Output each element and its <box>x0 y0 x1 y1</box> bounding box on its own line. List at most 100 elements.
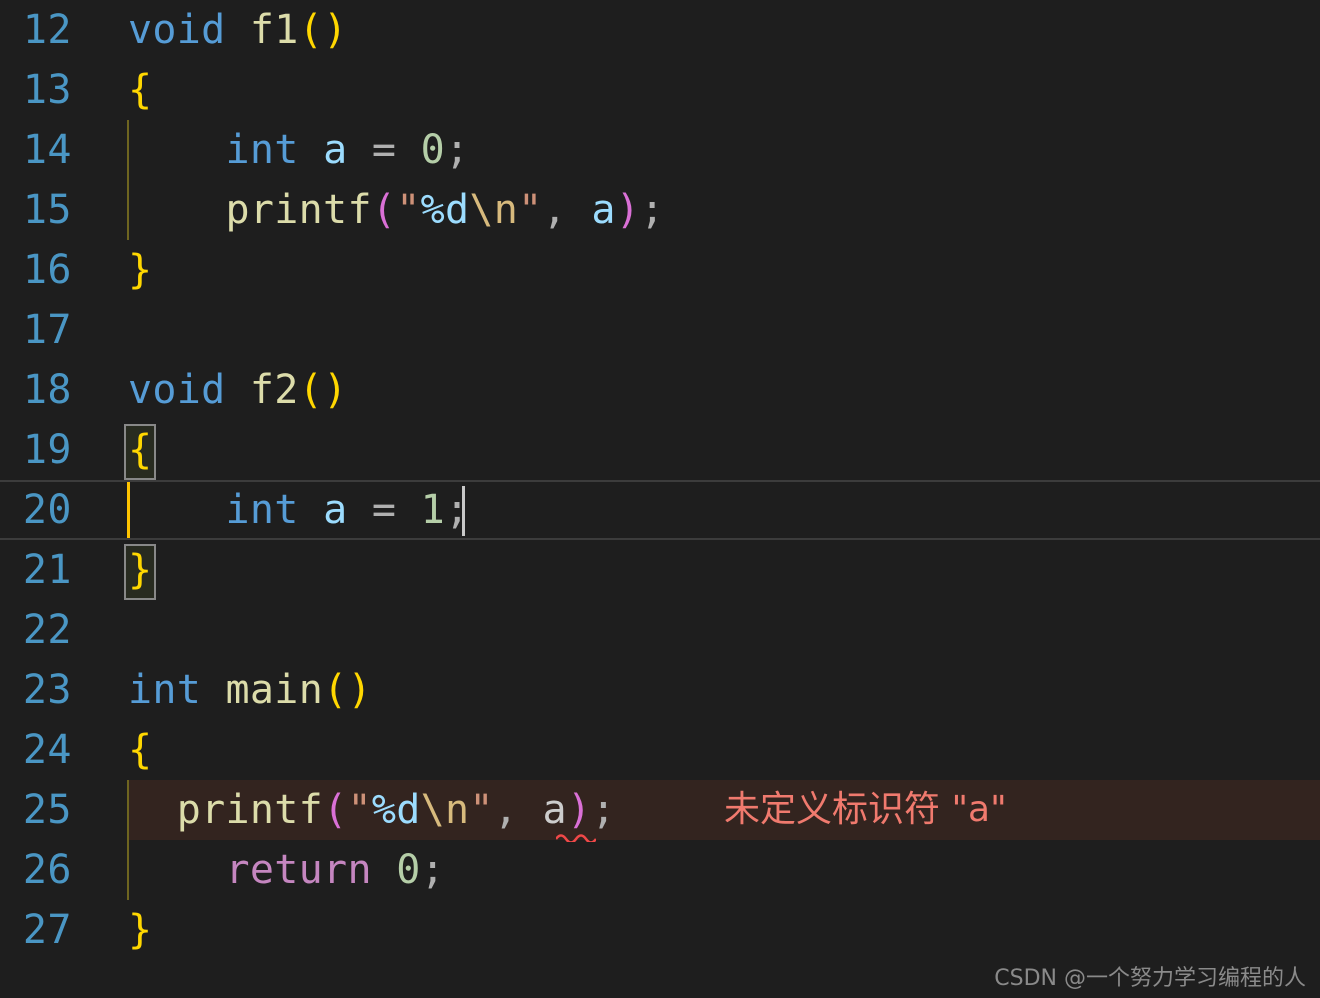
token-keyword-int: int <box>225 127 299 173</box>
error-squiggle-underline <box>556 834 596 842</box>
editor-line[interactable]: 17 <box>0 300 1320 360</box>
line-number: 19 <box>22 427 72 473</box>
editor-line[interactable]: 12 void f1() <box>0 0 1320 60</box>
line-content: void f1() <box>128 0 347 60</box>
token-paren-open: ( <box>371 187 397 233</box>
token-brace-open: { <box>128 427 153 473</box>
token-variable-a-unresolved: a <box>542 787 567 833</box>
editor-line[interactable]: 22 <box>0 600 1320 660</box>
token-operator-equals: = <box>371 127 397 173</box>
token-paren-open: ( <box>323 667 348 713</box>
editor-line[interactable]: 14 int a = 0; <box>0 120 1320 180</box>
token-brace-close: } <box>128 247 153 293</box>
inline-error-message: 未定义标识符 "a" <box>724 789 1007 830</box>
token-semicolon: ; <box>640 187 665 233</box>
line-content: printf("%d\n", a); <box>128 180 665 240</box>
token-paren-close: ) <box>615 187 641 233</box>
editor-line[interactable]: 24 { <box>0 720 1320 780</box>
token-operator-equals: = <box>371 487 397 533</box>
line-content: } <box>128 240 152 300</box>
editor-line[interactable]: 23 int main() <box>0 660 1320 720</box>
editor-line[interactable]: 13 { <box>0 60 1320 120</box>
editor-line[interactable]: 27 } <box>0 900 1320 960</box>
token-comma: , <box>493 787 519 833</box>
editor-line[interactable]: 18 void f2() <box>0 360 1320 420</box>
token-paren-open: ( <box>298 367 324 413</box>
line-content: printf("%d\n", a); <box>128 780 616 840</box>
editor-line[interactable]: 21 } <box>0 540 1320 600</box>
editor-line[interactable]: 26 return 0; <box>0 840 1320 900</box>
token-paren-open: ( <box>323 787 348 833</box>
token-format-specifier: %d <box>371 787 421 833</box>
editor-line[interactable]: 15 printf("%d\n", a); <box>0 180 1320 240</box>
token-quote-open: " <box>347 787 372 833</box>
line-content: } <box>128 540 152 600</box>
line-content: void f2() <box>128 360 347 420</box>
token-function-f2: f2 <box>249 367 299 413</box>
editor-line-error[interactable]: 25 printf("%d\n", a); <box>0 780 1320 840</box>
token-paren-close: ) <box>347 667 372 713</box>
token-function-printf: printf <box>225 187 372 233</box>
token-comma: , <box>542 187 567 233</box>
line-number: 15 <box>22 187 72 233</box>
token-quote-close: " <box>469 787 494 833</box>
line-number: 24 <box>22 727 72 773</box>
line-content: } <box>128 900 152 960</box>
editor-line[interactable]: 16 } <box>0 240 1320 300</box>
token-paren-close: ) <box>323 367 348 413</box>
token-brace-open: { <box>128 727 153 773</box>
token-function-printf: printf <box>176 787 324 833</box>
line-number: 26 <box>22 847 72 893</box>
token-paren-close: ) <box>566 787 592 833</box>
editor-line[interactable]: 19 { <box>0 420 1320 480</box>
token-brace-close: } <box>128 907 153 953</box>
editor-line-current[interactable]: 20 int a = 1; <box>0 480 1320 540</box>
token-variable-a: a <box>323 127 348 173</box>
line-number: 17 <box>22 307 72 353</box>
token-function-main: main <box>225 667 324 713</box>
line-number: 12 <box>22 7 72 53</box>
token-quote-open: " <box>396 187 421 233</box>
token-number-0: 0 <box>420 127 446 173</box>
line-number: 22 <box>22 607 72 653</box>
token-variable-a: a <box>323 487 348 533</box>
token-semicolon: ; <box>445 127 470 173</box>
token-semicolon: ; <box>591 787 616 833</box>
token-brace-close: } <box>128 547 153 593</box>
line-number: 27 <box>22 907 72 953</box>
line-content: int a = 0; <box>128 120 470 180</box>
code-editor[interactable]: 12 void f1() 13 { 14 int a = 0; 15 print… <box>0 0 1320 998</box>
line-number: 25 <box>22 787 72 833</box>
line-content: { <box>128 720 152 780</box>
line-content: { <box>128 420 152 480</box>
line-content: int a = 1; <box>128 480 470 540</box>
token-semicolon: ; <box>420 847 445 893</box>
csdn-watermark: CSDN @一个努力学习编程的人 <box>994 966 1306 991</box>
line-content: int main() <box>128 660 372 720</box>
token-number-1: 1 <box>420 487 446 533</box>
token-paren-close: ) <box>323 7 348 53</box>
line-number: 13 <box>22 67 72 113</box>
token-number-0: 0 <box>396 847 421 893</box>
line-number: 16 <box>22 247 72 293</box>
token-brace-open: { <box>128 67 153 113</box>
line-number: 14 <box>22 127 72 173</box>
token-variable-a: a <box>591 187 616 233</box>
token-quote-close: " <box>518 187 543 233</box>
token-escape-newline: \n <box>469 187 519 233</box>
token-keyword-void: void <box>128 367 226 413</box>
